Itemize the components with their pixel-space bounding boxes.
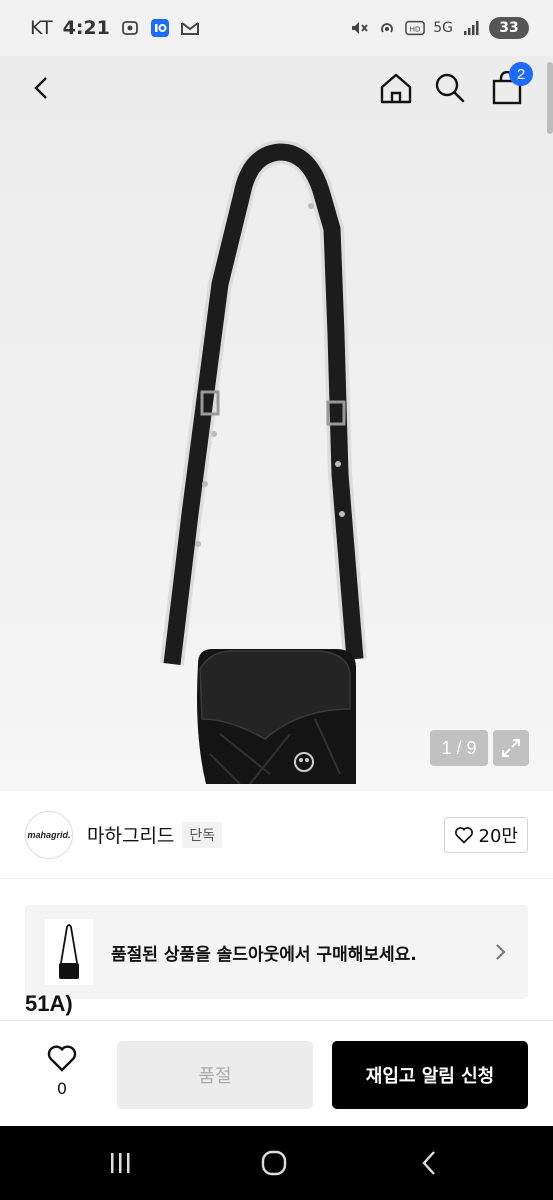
hd-voice-icon: HD xyxy=(405,18,426,38)
back-button[interactable] xyxy=(20,66,64,110)
restock-alert-button[interactable]: 재입고 알림 신청 xyxy=(332,1041,528,1109)
soldout-market-banner[interactable]: 품절된 상품을 솔드아웃에서 구매해보세요. xyxy=(25,905,528,999)
brand-like-count: 20만 xyxy=(478,825,518,847)
mute-icon xyxy=(349,18,369,38)
brand-row: mahagrid. 마하그리드 단독 20만 xyxy=(0,791,553,879)
home-button[interactable] xyxy=(374,66,418,110)
network-type: 5G xyxy=(433,20,453,36)
heart-icon xyxy=(47,1045,77,1072)
status-right: HD 5G 33 xyxy=(349,17,529,39)
status-left: KT 4:21 xyxy=(30,17,200,39)
recent-apps-button[interactable] xyxy=(100,1146,140,1180)
soldout-button[interactable]: 품절 xyxy=(117,1041,313,1109)
brand-name[interactable]: 마하그리드 xyxy=(87,821,174,848)
scrollbar-thumb[interactable] xyxy=(547,62,553,134)
banner-text: 품절된 상품을 솔드아웃에서 구매해보세요. xyxy=(111,944,417,965)
exclusive-tag: 단독 xyxy=(182,821,223,848)
product-image-crossbody-bag xyxy=(160,140,367,784)
cart-button[interactable]: 2 xyxy=(485,62,533,110)
battery-indicator: 33 xyxy=(489,17,529,39)
brand-like-button[interactable]: 20만 xyxy=(443,816,528,853)
banner-product-thumbnail xyxy=(45,919,93,985)
image-pager: 1 / 9 xyxy=(430,730,488,766)
recent-apps-icon xyxy=(111,1153,130,1173)
signal-icon xyxy=(461,18,481,38)
cart-count-badge: 2 xyxy=(509,62,533,86)
product-gallery[interactable]: 2 1 / 9 xyxy=(0,56,553,791)
chevron-right-icon xyxy=(490,942,510,962)
status-bar: KT 4:21 HD 5G 33 xyxy=(0,0,553,56)
system-home-button[interactable] xyxy=(254,1146,294,1180)
brand-logo-text: mahagrid. xyxy=(27,829,71,840)
screenshot-notification-icon xyxy=(120,18,140,38)
app-notification-icon xyxy=(150,18,170,38)
expand-icon xyxy=(502,739,520,757)
carrier-label: KT xyxy=(30,17,53,39)
system-navigation-bar xyxy=(0,1126,553,1200)
fullscreen-button[interactable] xyxy=(493,730,529,766)
purchase-bar: 0 품절 재입고 알림 신청 xyxy=(0,1020,553,1126)
search-icon xyxy=(435,73,465,103)
wishlist-button[interactable]: 0 xyxy=(38,1043,86,1098)
gmail-icon xyxy=(180,18,200,38)
product-code-fragment: 51A) xyxy=(25,991,73,1016)
search-button[interactable] xyxy=(428,66,472,110)
brand-logo[interactable]: mahagrid. xyxy=(25,810,73,859)
svg-text:HD: HD xyxy=(410,25,421,34)
system-back-button[interactable] xyxy=(410,1146,450,1180)
home-circle-icon xyxy=(261,1150,287,1176)
wishlist-count: 0 xyxy=(56,1079,68,1098)
back-chevron-icon xyxy=(422,1151,435,1175)
heart-icon xyxy=(454,826,473,844)
chevron-left-icon xyxy=(34,77,47,99)
clock: 4:21 xyxy=(62,17,110,39)
home-icon xyxy=(380,73,412,104)
hotspot-icon xyxy=(377,18,397,38)
top-navigation: 2 xyxy=(0,56,553,120)
